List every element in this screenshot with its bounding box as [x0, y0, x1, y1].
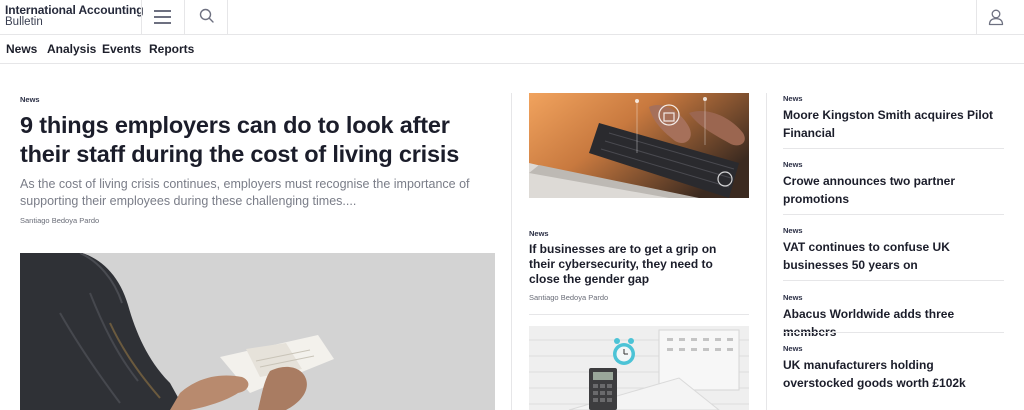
lead-article-title[interactable]: 9 things employers can do to look after …: [20, 111, 500, 169]
middle-article-author: Santiago Bedoya Pardo: [529, 293, 609, 302]
header-divider: [976, 0, 977, 35]
site-logo[interactable]: International Accounting Bulletin: [5, 4, 144, 28]
cybersecurity-article-image[interactable]: [529, 93, 749, 198]
right-list-item: News Abacus Worldwide adds three members: [783, 293, 1003, 341]
right-item-title[interactable]: VAT continues to confuse UK businesses 5…: [783, 240, 950, 272]
right-item-tag[interactable]: News: [783, 160, 1003, 169]
middle-article-title[interactable]: If businesses are to get a grip on their…: [529, 242, 744, 287]
right-item-title[interactable]: Crowe announces two partner promotions: [783, 174, 955, 206]
right-item-tag[interactable]: News: [783, 293, 1003, 302]
right-list-divider: [783, 280, 1004, 281]
header-divider: [227, 0, 228, 35]
right-item-title[interactable]: Moore Kingston Smith acquires Pilot Fina…: [783, 108, 993, 140]
lead-article-excerpt: As the cost of living crisis continues, …: [20, 177, 470, 208]
right-list-item: News UK manufacturers holding overstocke…: [783, 344, 1003, 392]
main-nav: News Analysis Events Reports: [0, 35, 1024, 64]
right-list-item: News VAT continues to confuse UK busines…: [783, 226, 1003, 274]
nav-item-events[interactable]: Events: [102, 42, 141, 56]
right-list-item: News Moore Kingston Smith acquires Pilot…: [783, 94, 1003, 142]
right-list-item: News Crowe announces two partner promoti…: [783, 160, 1003, 208]
site-header: International Accounting Bulletin: [0, 0, 1024, 35]
right-list-divider: [783, 214, 1004, 215]
right-item-tag[interactable]: News: [783, 94, 1003, 103]
middle-category-tag[interactable]: News: [529, 229, 549, 238]
right-item-tag[interactable]: News: [783, 344, 1003, 353]
right-list-divider: [783, 332, 1004, 333]
lead-article-image[interactable]: [20, 253, 495, 410]
calculator-article-image[interactable]: [529, 326, 749, 410]
logo-line-2: Bulletin: [5, 16, 43, 28]
user-account-icon[interactable]: [985, 6, 1007, 28]
right-item-title[interactable]: UK manufacturers holding overstocked goo…: [783, 358, 966, 390]
nav-item-analysis[interactable]: Analysis: [47, 42, 96, 56]
column-divider: [511, 93, 512, 410]
lead-article-author: Santiago Bedoya Pardo: [20, 216, 100, 225]
right-item-title[interactable]: Abacus Worldwide adds three members: [783, 307, 954, 339]
logo-line-1: International Accounting: [5, 3, 144, 17]
nav-item-reports[interactable]: Reports: [149, 42, 194, 56]
column-divider: [766, 93, 767, 410]
middle-divider: [529, 314, 749, 315]
right-list-divider: [783, 148, 1004, 149]
right-item-tag[interactable]: News: [783, 226, 1003, 235]
lead-category-tag[interactable]: News: [20, 95, 40, 104]
search-icon[interactable]: [197, 6, 217, 26]
hamburger-menu-icon[interactable]: [152, 6, 174, 28]
nav-item-news[interactable]: News: [6, 42, 37, 56]
header-divider: [141, 0, 142, 35]
header-divider: [184, 0, 185, 35]
